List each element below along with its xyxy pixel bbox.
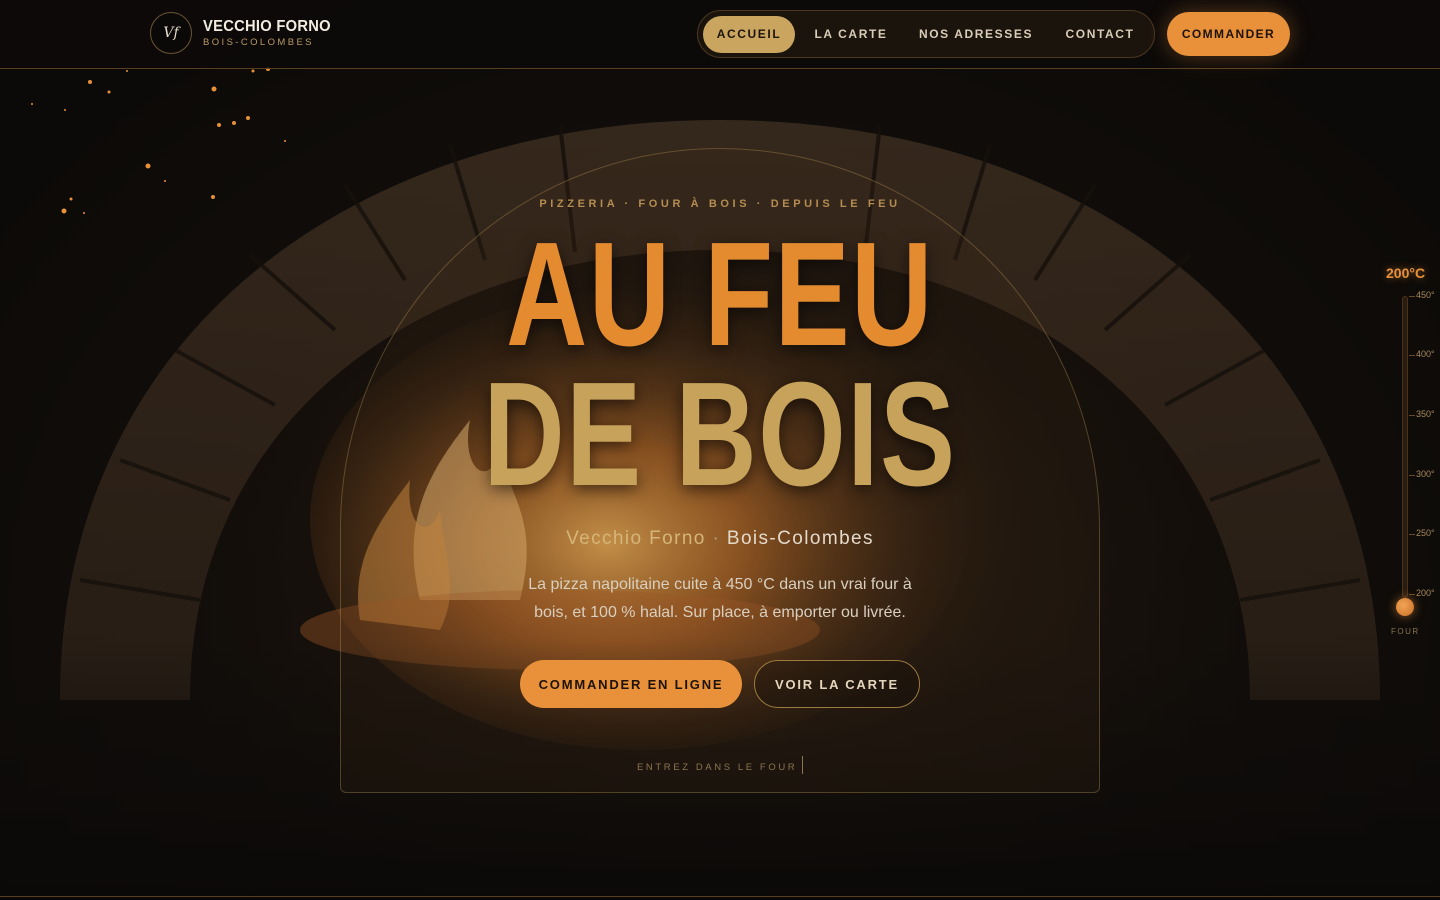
- thermometer-label-300: 300°: [1416, 469, 1435, 479]
- hero-headline-line2: DE BOIS: [483, 352, 957, 517]
- hero-headline-line1: AU FEU: [506, 212, 934, 377]
- subtitle-separator: ·: [712, 528, 721, 549]
- thermometer-icon: [1402, 296, 1408, 598]
- nav-item-nos-adresses[interactable]: NOS ADRESSES: [910, 16, 1042, 53]
- thermometer-tick: [1409, 296, 1415, 297]
- thermometer-label-450: 450°: [1416, 290, 1435, 300]
- brand[interactable]: VECCHIO FORNO BOIS-COLOMBES: [203, 18, 342, 49]
- thermometer-tick: [1409, 415, 1415, 416]
- subtitle-name: Vecchio Forno: [566, 528, 706, 549]
- hero-eyebrow: PIZZERIA · FOUR À BOIS · DEPUIS LE FEU: [539, 198, 901, 210]
- order-button[interactable]: COMMANDER: [1167, 12, 1290, 56]
- thermometer-label-400: 400°: [1416, 349, 1435, 359]
- thermometer-caption: FOUR: [1391, 627, 1420, 636]
- view-menu-button[interactable]: VOIR LA CARTE: [754, 660, 920, 708]
- thermometer-tick: [1409, 594, 1415, 595]
- scroll-indicator-line: [802, 756, 803, 774]
- logo-monogram: Vf: [163, 25, 179, 41]
- section-divider: [0, 896, 1440, 897]
- brand-name: VECCHIO FORNO: [203, 18, 331, 35]
- order-online-button[interactable]: COMMANDER EN LIGNE: [520, 660, 742, 708]
- hero-subtitle: Vecchio Forno · Bois-Colombes: [0, 528, 1440, 550]
- thermometer-label-200: 200°: [1416, 588, 1435, 598]
- nav-item-contact[interactable]: CONTACT: [1053, 16, 1147, 53]
- scroll-hint[interactable]: ENTREZ DANS LE FOUR: [637, 762, 797, 773]
- thermometer-tick: [1409, 355, 1415, 356]
- thermometer-label-250: 250°: [1416, 528, 1435, 538]
- hero-description: La pizza napolitaine cuite à 450 °C dans…: [528, 576, 912, 621]
- main-nav: ACCUEIL LA CARTE NOS ADRESSES CONTACT: [697, 10, 1155, 58]
- thermometer-label-350: 350°: [1416, 409, 1435, 419]
- nav-item-accueil[interactable]: ACCUEIL: [703, 16, 795, 53]
- subtitle-city: Bois-Colombes: [726, 528, 874, 549]
- thermometer-tick: [1409, 534, 1415, 535]
- brand-location: BOIS-COLOMBES: [203, 37, 314, 48]
- thermometer-tick: [1409, 475, 1415, 476]
- thermometer-bulb: [1396, 598, 1414, 616]
- site-header: Vf VECCHIO FORNO BOIS-COLOMBES ACCUEIL L…: [0, 0, 1440, 69]
- thermometer-current-temp: 200°C: [1386, 265, 1426, 281]
- vf-monogram-icon[interactable]: Vf: [150, 12, 192, 54]
- nav-item-la-carte[interactable]: LA CARTE: [802, 16, 900, 53]
